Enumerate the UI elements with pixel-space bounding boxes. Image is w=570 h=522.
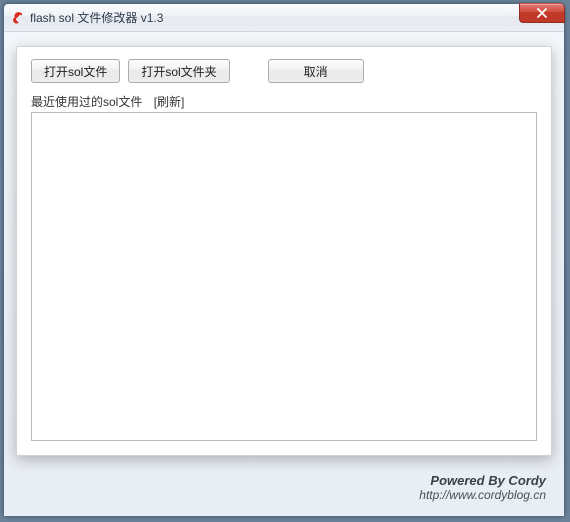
footer: Powered By Cordy http://www.cordyblog.cn: [12, 467, 556, 508]
close-icon: [536, 8, 548, 18]
titlebar[interactable]: flash sol 文件修改器 v1.3: [4, 4, 564, 32]
open-sol-folder-button[interactable]: 打开sol文件夹: [128, 59, 229, 83]
recent-files-listbox[interactable]: [31, 112, 537, 441]
recent-label-row: 最近使用过的sol文件 [刷新]: [31, 93, 537, 110]
button-row: 打开sol文件 打开sol文件夹 取消: [31, 59, 537, 83]
footer-credit: Powered By Cordy: [12, 473, 546, 488]
footer-url[interactable]: http://www.cordyblog.cn: [12, 488, 546, 502]
refresh-link[interactable]: [刷新]: [154, 95, 185, 109]
close-button[interactable]: [519, 3, 565, 23]
open-sol-file-button[interactable]: 打开sol文件: [31, 59, 120, 83]
client-area: 主 打开sol文件 打开sol文件夹 取消 最近使用过的sol文件 [刷新] P…: [4, 32, 564, 516]
open-dialog: 打开sol文件 打开sol文件夹 取消 最近使用过的sol文件 [刷新]: [16, 46, 552, 456]
cancel-button[interactable]: 取消: [268, 59, 364, 83]
window-title: flash sol 文件修改器 v1.3: [30, 9, 163, 26]
recent-files-label: 最近使用过的sol文件: [31, 95, 142, 109]
app-window: flash sol 文件修改器 v1.3 主 打开sol文件 打开sol文件夹 …: [3, 3, 565, 517]
app-icon: [10, 10, 26, 26]
